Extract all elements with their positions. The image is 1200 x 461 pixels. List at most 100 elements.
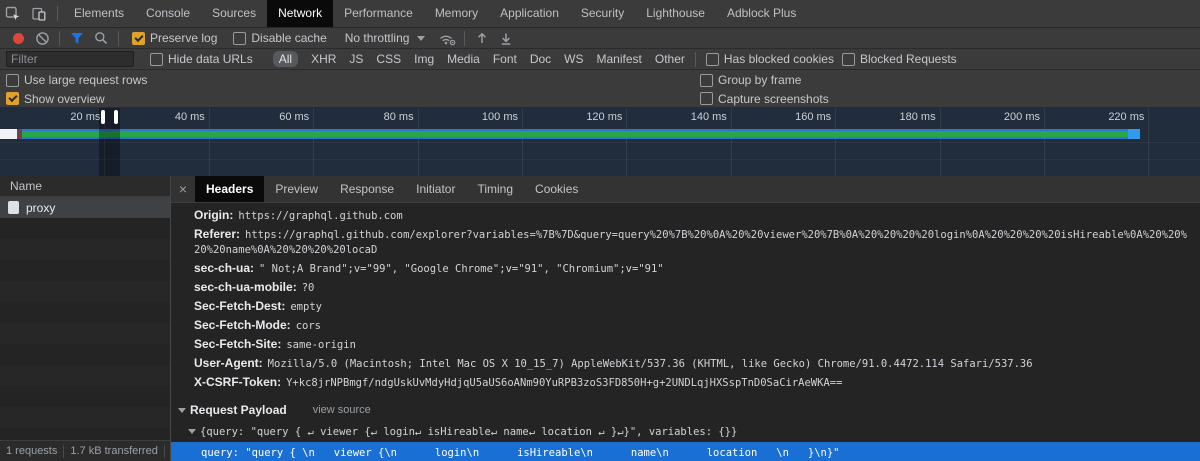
capture-screenshots-checkbox[interactable]: Capture screenshots bbox=[700, 92, 829, 106]
resources-size-clipped: 1 bbox=[165, 445, 170, 458]
waterfall-bar-receiving bbox=[22, 131, 1128, 137]
group-by-frame-checkbox[interactable]: Group by frame bbox=[700, 73, 801, 87]
filter-type-media[interactable]: Media bbox=[447, 52, 480, 66]
filter-type-img[interactable]: Img bbox=[414, 52, 434, 66]
filter-type-doc[interactable]: Doc bbox=[530, 52, 551, 66]
network-toolbar: Preserve log Disable cache No throttling bbox=[0, 28, 1200, 49]
header-name: sec-ch-ua: bbox=[194, 261, 255, 275]
toolbar-separator bbox=[57, 6, 58, 21]
tab-elements[interactable]: Elements bbox=[63, 0, 135, 27]
tab-timing[interactable]: Timing bbox=[466, 176, 524, 202]
header-value: " Not;A Brand";v="99", "Google Chrome";v… bbox=[259, 263, 664, 275]
tab-lighthouse[interactable]: Lighthouse bbox=[635, 0, 716, 27]
tab-adblock-plus[interactable]: Adblock Plus bbox=[716, 0, 807, 27]
search-button[interactable] bbox=[89, 28, 113, 48]
use-large-request-rows-label: Use large request rows bbox=[24, 73, 148, 87]
tab-sources[interactable]: Sources bbox=[201, 0, 267, 27]
payload-query-row-selected[interactable]: query: "query { \n viewer {\n login\n is… bbox=[171, 442, 1200, 461]
show-overview-checkbox[interactable]: Show overview bbox=[6, 92, 105, 106]
inspect-cursor-icon bbox=[5, 6, 21, 22]
disable-cache-checkbox[interactable]: Disable cache bbox=[233, 31, 327, 45]
header-name: Origin: bbox=[194, 208, 234, 222]
device-toolbar-button[interactable] bbox=[26, 1, 52, 27]
use-large-request-rows-checkbox[interactable]: Use large request rows bbox=[6, 73, 147, 87]
selection-right-grip[interactable] bbox=[114, 110, 118, 124]
network-overview-timeline[interactable]: 20 ms 40 ms 60 ms 80 ms 100 ms 120 ms 14… bbox=[0, 108, 1200, 177]
view-source-link[interactable]: view source bbox=[313, 404, 371, 416]
tab-headers[interactable]: Headers bbox=[195, 176, 265, 202]
tab-response[interactable]: Response bbox=[329, 176, 405, 202]
tab-memory[interactable]: Memory bbox=[424, 0, 489, 27]
filter-toggle-button[interactable] bbox=[65, 28, 89, 48]
request-name: proxy bbox=[26, 200, 56, 215]
network-conditions-button[interactable] bbox=[435, 28, 459, 48]
export-har-button[interactable] bbox=[494, 28, 518, 48]
tab-console[interactable]: Console bbox=[135, 0, 201, 27]
payload-preview-text: {query: "query { ↵ viewer {↵ login↵ isHi… bbox=[200, 426, 738, 438]
import-har-button[interactable] bbox=[470, 28, 494, 48]
header-value: cors bbox=[295, 320, 321, 332]
tab-security[interactable]: Security bbox=[570, 0, 635, 27]
waterfall-bar-end bbox=[1128, 129, 1140, 139]
header-value: https://graphql.github.com bbox=[238, 210, 403, 222]
show-overview-label: Show overview bbox=[24, 91, 105, 106]
blocked-requests-checkbox[interactable]: Blocked Requests bbox=[841, 52, 957, 66]
tab-preview[interactable]: Preview bbox=[264, 176, 329, 202]
name-column-header[interactable]: Name bbox=[0, 176, 170, 197]
filter-type-xhr[interactable]: XHR bbox=[311, 52, 336, 66]
tab-cookies[interactable]: Cookies bbox=[524, 176, 589, 202]
filter-type-ws[interactable]: WS bbox=[564, 52, 583, 66]
hide-data-urls-checkbox[interactable]: Hide data URLs bbox=[150, 52, 253, 66]
tick-label: 160 ms bbox=[795, 111, 832, 123]
clear-button[interactable] bbox=[30, 28, 54, 48]
chevron-down-icon bbox=[417, 35, 426, 41]
header-name: Sec-Fetch-Dest: bbox=[194, 299, 286, 313]
expander-down-icon[interactable] bbox=[188, 429, 196, 434]
preserve-log-checkbox[interactable]: Preserve log bbox=[132, 31, 217, 45]
filter-input[interactable] bbox=[6, 51, 134, 67]
requests-count: 1 requests bbox=[0, 444, 65, 458]
header-value: same-origin bbox=[286, 339, 356, 351]
request-payload-title: Request Payload bbox=[190, 403, 287, 417]
selection-left-grip[interactable] bbox=[101, 110, 105, 124]
toolbar-separator bbox=[694, 51, 696, 67]
device-toolbar-icon bbox=[31, 6, 47, 22]
filter-type-css[interactable]: CSS bbox=[376, 52, 401, 66]
filter-bar: Hide data URLs All XHR JS CSS Img Media … bbox=[0, 49, 1200, 70]
toolbar-separator bbox=[464, 30, 466, 46]
filter-type-manifest[interactable]: Manifest bbox=[597, 52, 642, 66]
header-name: Referer: bbox=[194, 227, 241, 241]
inspect-element-button[interactable] bbox=[0, 1, 26, 27]
disable-cache-label: Disable cache bbox=[251, 31, 327, 45]
close-details-button[interactable]: × bbox=[171, 181, 195, 197]
tab-performance[interactable]: Performance bbox=[333, 0, 424, 27]
checkbox-unchecked-icon bbox=[700, 92, 713, 105]
request-details-panel: × Headers Preview Response Initiator Tim… bbox=[171, 176, 1200, 461]
tab-application[interactable]: Application bbox=[489, 0, 570, 27]
filter-type-js[interactable]: JS bbox=[349, 52, 363, 66]
payload-key: query bbox=[201, 447, 233, 459]
checkbox-unchecked-icon bbox=[700, 73, 713, 87]
tab-initiator[interactable]: Initiator bbox=[405, 176, 466, 202]
devtools-window: Elements Console Sources Network Perform… bbox=[0, 0, 1200, 461]
tick-label: 80 ms bbox=[383, 111, 414, 123]
header-name: Sec-Fetch-Mode: bbox=[194, 318, 291, 332]
upload-arrow-icon bbox=[475, 31, 489, 46]
tab-network[interactable]: Network bbox=[267, 0, 334, 27]
throttling-value: No throttling bbox=[344, 31, 410, 45]
payload-preview-row[interactable]: {query: "query { ↵ viewer {↵ login↵ isHi… bbox=[171, 424, 1200, 438]
options-row-1: Use large request rows Group by frame bbox=[0, 70, 1200, 90]
checkbox-unchecked-icon bbox=[705, 52, 719, 66]
filter-type-other[interactable]: Other bbox=[655, 52, 685, 66]
empty-request-rows bbox=[0, 218, 170, 440]
expander-down-icon[interactable] bbox=[178, 407, 186, 413]
request-row-proxy[interactable]: proxy bbox=[0, 197, 170, 218]
summary-bar: 1 requests 1.7 kB transferred 1 bbox=[0, 440, 170, 461]
has-blocked-cookies-checkbox[interactable]: Has blocked cookies bbox=[705, 52, 834, 66]
record-button[interactable] bbox=[6, 28, 30, 48]
filter-type-all[interactable]: All bbox=[272, 51, 299, 67]
throttling-dropdown[interactable]: No throttling bbox=[345, 31, 426, 45]
blocked-requests-label: Blocked Requests bbox=[859, 52, 957, 66]
filter-type-font[interactable]: Font bbox=[493, 52, 517, 66]
header-value: Y+kc8jrNPBmgf/ndgUskUvMdyHdjqU5aUS6oANm9… bbox=[286, 377, 843, 389]
